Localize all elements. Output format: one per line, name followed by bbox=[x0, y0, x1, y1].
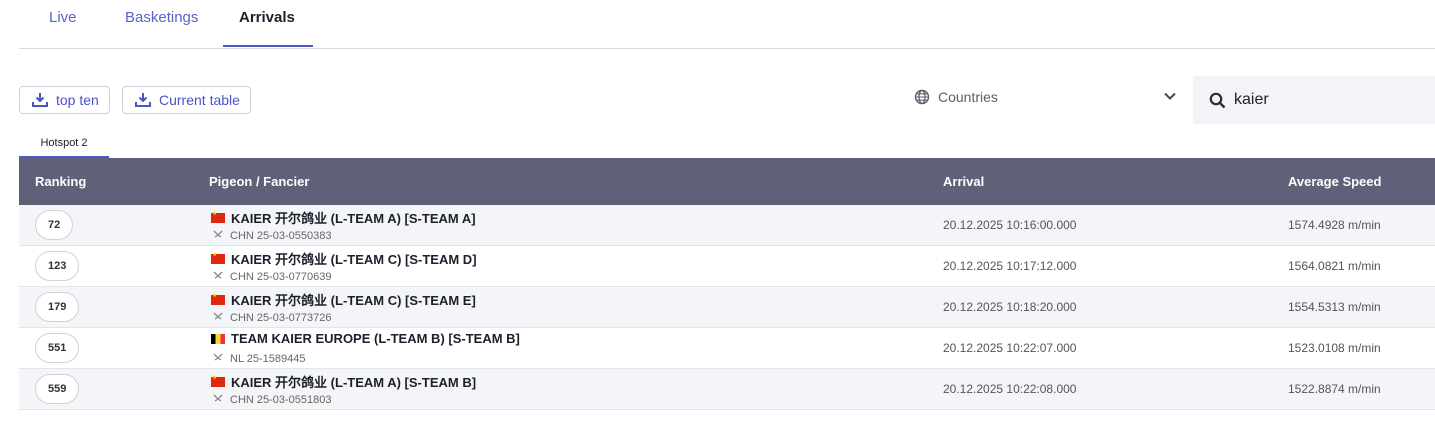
average-speed: 1554.5313 m/min bbox=[1288, 300, 1381, 314]
header-pigeon-fancier[interactable]: Pigeon / Fancier bbox=[209, 174, 309, 189]
arrival-time: 20.12.2025 10:22:08.000 bbox=[943, 382, 1077, 396]
header-ranking[interactable]: Ranking bbox=[35, 174, 86, 189]
ring-number-text: CHN 25-03-0550383 bbox=[230, 229, 332, 242]
tab-bar: Live Basketings Arrivals bbox=[19, 0, 1435, 49]
ring-number-text: CHN 25-03-0551803 bbox=[230, 393, 332, 406]
arrival-time: 20.12.2025 10:16:00.000 bbox=[943, 218, 1077, 232]
pigeon-ring-icon bbox=[213, 352, 223, 365]
current-table-label: Current table bbox=[159, 92, 240, 108]
ring-number-text: NL 25-1589445 bbox=[230, 352, 306, 365]
chevron-down-icon bbox=[1164, 92, 1176, 100]
table-row[interactable]: 559 KAIER 开尔鸽业 (L-TEAM A) [S-TEAM B] CHN 2… bbox=[19, 369, 1435, 410]
country-flag-icon bbox=[211, 251, 225, 264]
active-tab-indicator bbox=[223, 45, 313, 47]
ring-number: CHN 25-03-0550383 bbox=[213, 229, 332, 242]
arrival-time: 20.12.2025 10:18:20.000 bbox=[943, 300, 1077, 314]
pigeon-name-text: KAIER 开尔鸽业 (L-TEAM A) [S-TEAM A] bbox=[231, 211, 476, 226]
country-flag-icon bbox=[211, 292, 225, 305]
ring-number: CHN 25-03-0773726 bbox=[213, 311, 332, 324]
pigeon-ring-icon bbox=[213, 311, 223, 324]
average-speed: 1523.0108 m/min bbox=[1288, 341, 1381, 355]
ranking-badge: 559 bbox=[35, 374, 80, 404]
ring-number: CHN 25-03-0551803 bbox=[213, 393, 332, 406]
country-flag-icon bbox=[211, 333, 225, 344]
ranking-badge: 179 bbox=[35, 292, 80, 322]
arrival-time: 20.12.2025 10:22:07.000 bbox=[943, 341, 1077, 355]
pigeon-ring-icon bbox=[213, 270, 223, 283]
ranking-badge: 72 bbox=[35, 210, 74, 240]
tab-basketings[interactable]: Basketings bbox=[125, 0, 198, 49]
pigeon-ring-icon bbox=[213, 229, 223, 242]
pigeon-name: KAIER 开尔鸽业 (L-TEAM C) [S-TEAM E] bbox=[211, 290, 476, 309]
pigeon-name-text: KAIER 开尔鸽业 (L-TEAM A) [S-TEAM B] bbox=[231, 375, 477, 390]
pigeon-name-text: KAIER 开尔鸽业 (L-TEAM C) [S-TEAM D] bbox=[231, 252, 477, 267]
table-row[interactable]: 179 KAIER 开尔鸽业 (L-TEAM C) [S-TEAM E] CHN 2… bbox=[19, 287, 1435, 328]
countries-dropdown[interactable]: Countries bbox=[914, 86, 1180, 108]
tab-hotspot-2[interactable]: Hotspot 2 bbox=[19, 130, 109, 158]
pigeon-ring-icon bbox=[213, 393, 223, 406]
current-table-button[interactable]: Current table bbox=[122, 86, 251, 114]
ring-number-text: CHN 25-03-0770639 bbox=[230, 270, 332, 283]
search-icon bbox=[1209, 92, 1226, 108]
countries-label: Countries bbox=[938, 89, 998, 105]
top-ten-button[interactable]: top ten bbox=[19, 86, 110, 114]
arrival-time: 20.12.2025 10:17:12.000 bbox=[943, 259, 1077, 273]
header-arrival[interactable]: Arrival bbox=[943, 174, 984, 189]
top-ten-label: top ten bbox=[56, 92, 99, 108]
table-row[interactable]: 72 KAIER 开尔鸽业 (L-TEAM A) [S-TEAM A] CHN 25… bbox=[19, 205, 1435, 246]
download-icon bbox=[135, 93, 151, 107]
pigeon-name-text: KAIER 开尔鸽业 (L-TEAM C) [S-TEAM E] bbox=[231, 293, 476, 308]
arrivals-table: Ranking Pigeon / Fancier Arrival Average… bbox=[19, 158, 1435, 410]
ranking-badge: 123 bbox=[35, 251, 80, 281]
ring-number: CHN 25-03-0770639 bbox=[213, 270, 332, 283]
pigeon-name: KAIER 开尔鸽业 (L-TEAM A) [S-TEAM B] bbox=[211, 372, 476, 391]
pigeon-name: KAIER 开尔鸽业 (L-TEAM A) [S-TEAM A] bbox=[211, 208, 476, 227]
header-average-speed[interactable]: Average Speed bbox=[1288, 174, 1381, 189]
download-icon bbox=[32, 93, 48, 107]
tab-live[interactable]: Live bbox=[49, 0, 77, 49]
table-header: Ranking Pigeon / Fancier Arrival Average… bbox=[19, 158, 1435, 205]
country-flag-icon bbox=[211, 210, 225, 223]
ring-number-text: CHN 25-03-0773726 bbox=[230, 311, 332, 324]
pigeon-name-text: TEAM KAIER EUROPE (L-TEAM B) [S-TEAM B] bbox=[231, 331, 520, 346]
search-input[interactable] bbox=[1234, 91, 1424, 109]
tab-arrivals[interactable]: Arrivals bbox=[239, 0, 295, 49]
average-speed: 1522.8874 m/min bbox=[1288, 382, 1381, 396]
table-body: 72 KAIER 开尔鸽业 (L-TEAM A) [S-TEAM A] CHN 25… bbox=[19, 205, 1435, 410]
table-row[interactable]: 123 KAIER 开尔鸽业 (L-TEAM C) [S-TEAM D] CHN 2… bbox=[19, 246, 1435, 287]
average-speed: 1564.0821 m/min bbox=[1288, 259, 1381, 273]
average-speed: 1574.4928 m/min bbox=[1288, 218, 1381, 232]
country-flag-icon bbox=[211, 374, 225, 387]
pigeon-name: KAIER 开尔鸽业 (L-TEAM C) [S-TEAM D] bbox=[211, 249, 477, 268]
table-row[interactable]: 551 TEAM KAIER EUROPE (L-TEAM B) [S-TEAM … bbox=[19, 328, 1435, 369]
search-box bbox=[1193, 76, 1435, 124]
globe-icon bbox=[914, 89, 930, 105]
ring-number: NL 25-1589445 bbox=[213, 352, 305, 365]
ranking-badge: 551 bbox=[35, 333, 80, 363]
pigeon-name: TEAM KAIER EUROPE (L-TEAM B) [S-TEAM B] bbox=[211, 331, 520, 346]
